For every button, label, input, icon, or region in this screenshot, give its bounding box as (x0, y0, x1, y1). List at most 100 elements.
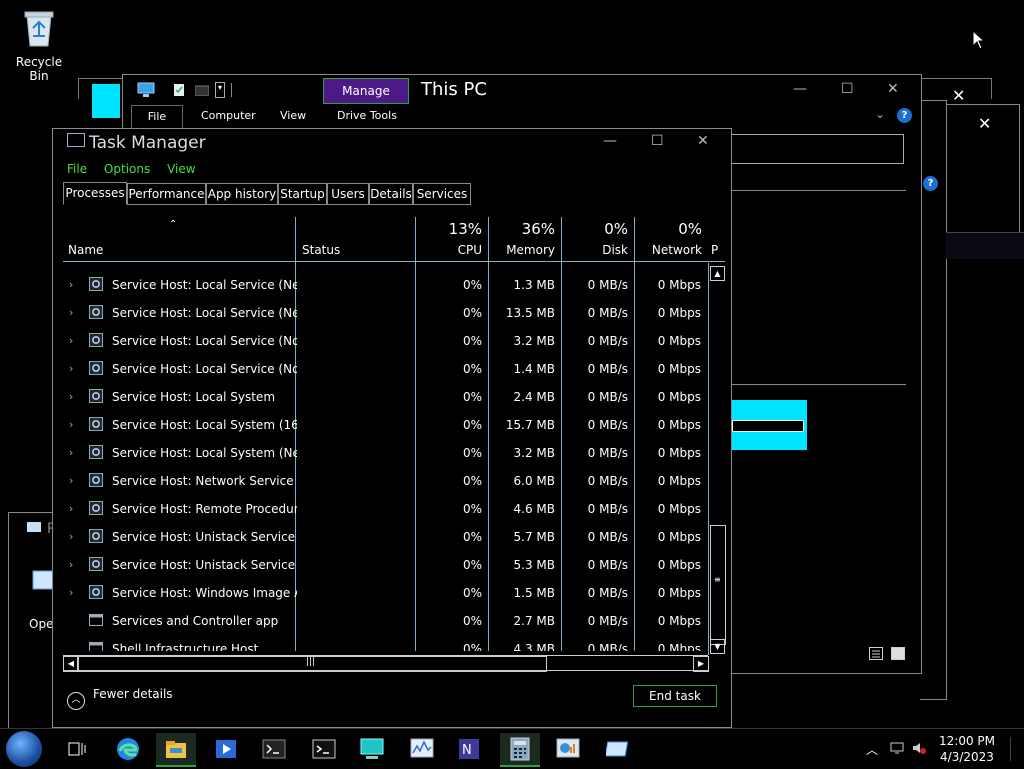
column-header-name[interactable]: Name (63, 217, 295, 261)
taskbar-app-powershell[interactable] (254, 733, 294, 765)
selected-drive-tile[interactable] (730, 400, 807, 450)
table-row[interactable]: › Service Host: Local System (16) 0% 15.7 M… (63, 411, 708, 439)
scroll-up-button[interactable]: ▲ (710, 266, 725, 281)
expand-chevron-icon[interactable]: › (69, 439, 73, 467)
table-row[interactable]: › Service Host: Local System (Net... 0% 3.2… (63, 439, 708, 467)
expand-chevron-icon[interactable]: › (69, 299, 73, 327)
scroll-down-button[interactable]: ▼ (710, 639, 725, 654)
quick-access-dropdown[interactable]: ▾ (215, 82, 225, 98)
explorer-titlebar[interactable]: ▾ Manage This PC — ☐ ✕ (123, 75, 921, 105)
show-desktop-button[interactable] (1010, 737, 1023, 761)
properties-icon[interactable] (173, 83, 185, 97)
table-row[interactable]: › Service Host: Network Service (4) 0% 6.0 … (63, 467, 708, 495)
tab-app-history[interactable]: App history (206, 183, 278, 205)
taskbar-app-media-player[interactable] (206, 733, 246, 765)
expand-chevron-icon[interactable]: › (69, 411, 73, 439)
explorer-search-box[interactable] (730, 134, 904, 164)
expand-chevron-icon[interactable]: › (69, 523, 73, 551)
tab-performance[interactable]: Performance (127, 183, 206, 205)
system-clock[interactable]: 12:00 PM 4/3/2023 (936, 733, 998, 765)
manage-tab[interactable]: Manage (323, 78, 409, 104)
close-button[interactable]: ✕ (887, 81, 899, 97)
show-hidden-icons-chevron-icon[interactable]: ︿ (866, 741, 878, 758)
menu-options[interactable]: Options (104, 162, 150, 176)
fewer-details-button[interactable]: ︿ Fewer details (67, 687, 173, 710)
task-manager-window[interactable]: Task Manager — ☐ ✕ File Options View Pro… (52, 128, 732, 728)
ribbon-tab-computer[interactable]: Computer (201, 109, 256, 122)
new-folder-icon[interactable] (195, 84, 209, 96)
expand-chevron-icon[interactable]: › (69, 271, 73, 299)
task-manager-titlebar[interactable]: Task Manager (67, 133, 206, 153)
expand-chevron-icon[interactable]: › (69, 383, 73, 411)
maximize-button[interactable]: ☐ (841, 81, 854, 97)
table-row[interactable]: › Service Host: Local System 0% 2.4 MB 0 MB/… (63, 383, 708, 411)
tab-details[interactable]: Details (369, 183, 413, 205)
column-header-network[interactable]: 0% Network (635, 217, 708, 261)
task-view-button[interactable] (58, 733, 98, 765)
end-task-button[interactable]: End task (633, 685, 717, 707)
tab-users[interactable]: Users (327, 183, 369, 205)
vertical-scrollbar[interactable]: ▲ ≡ ▼ (708, 263, 726, 655)
table-row[interactable]: Shell Infrastructure Host 0% 4.3 MB 0 MB/s 0… (63, 635, 708, 651)
table-row[interactable]: › Service Host: Local Service (Net... 0% 1.… (63, 271, 708, 299)
close-icon[interactable]: ✕ (978, 114, 991, 133)
ribbon-tab-drive-tools[interactable]: Drive Tools (337, 109, 397, 122)
close-button[interactable]: ✕ (697, 133, 709, 149)
table-row[interactable]: › Service Host: Local Service (Net... 0% 13… (63, 299, 708, 327)
menu-view[interactable]: View (167, 162, 195, 176)
taskbar-app-performance-monitor[interactable] (402, 733, 442, 765)
start-button[interactable] (6, 731, 42, 767)
minimize-button[interactable]: — (793, 81, 807, 97)
close-icon[interactable]: ✕ (952, 86, 965, 105)
maximize-button[interactable]: ☐ (651, 133, 664, 149)
expand-chevron-icon[interactable]: › (69, 327, 73, 355)
expand-chevron-icon[interactable]: › (69, 495, 73, 523)
ribbon-tab-view[interactable]: View (280, 109, 306, 122)
tab-startup[interactable]: Startup (278, 183, 327, 205)
taskbar-app-virtual-machine[interactable] (598, 733, 638, 765)
scroll-right-button[interactable]: ▶ (693, 656, 709, 672)
table-row[interactable]: › Service Host: Local Service (No I... 0% 3… (63, 327, 708, 355)
expand-ribbon-chevron-icon[interactable]: ⌄ (875, 107, 885, 121)
volume-muted-icon[interactable] (912, 741, 926, 755)
taskbar-app-calculator[interactable] (500, 733, 540, 767)
network-icon[interactable] (890, 741, 904, 755)
table-row[interactable]: › Service Host: Unistack Service G... 0% 5.… (63, 523, 708, 551)
horizontal-scroll-thumb[interactable]: ||| (77, 656, 547, 672)
menu-file[interactable]: File (67, 162, 87, 176)
column-header-cpu[interactable]: 13% CPU (416, 217, 488, 261)
ribbon-tab-file[interactable]: File (131, 105, 183, 128)
large-icons-view-icon[interactable] (891, 647, 905, 660)
help-icon[interactable]: ? (923, 176, 938, 191)
taskbar-app-edge[interactable] (108, 733, 148, 765)
taskbar-app-onenote[interactable]: N (450, 733, 490, 765)
recycle-bin[interactable]: Recycle Bin (6, 6, 72, 83)
details-view-icon[interactable] (869, 647, 883, 660)
expand-chevron-icon[interactable]: › (69, 579, 73, 607)
column-header-power[interactable]: P (709, 217, 725, 261)
column-header-status[interactable]: Status (296, 217, 415, 261)
table-row[interactable]: › Service Host: Unistack Service G... 0% 5.… (63, 551, 708, 579)
table-row[interactable]: › Service Host: Remote Procedure... 0% 4.6 … (63, 495, 708, 523)
expand-chevron-icon[interactable]: › (69, 355, 73, 383)
process-list[interactable]: › Service Host: Local Service (Net... 0% 1.… (63, 263, 708, 651)
minimize-button[interactable]: — (603, 133, 617, 149)
column-header-memory[interactable]: 36% Memory (489, 217, 561, 261)
expand-chevron-icon[interactable]: › (69, 551, 73, 579)
taskbar-app-resource-monitor[interactable] (548, 733, 588, 765)
table-row[interactable]: › Service Host: Local Service (No ... 0% 1.… (63, 355, 708, 383)
tab-services[interactable]: Services (413, 183, 471, 205)
taskbar-app-file-explorer[interactable] (156, 733, 196, 767)
tab-processes[interactable]: Processes (63, 182, 127, 205)
table-row[interactable]: › Service Host: Windows Image A... 0% 1.5 M… (63, 579, 708, 607)
column-header-disk[interactable]: 0% Disk (562, 217, 634, 261)
horizontal-scrollbar[interactable]: ◀ ||| ▶ (63, 655, 709, 672)
help-icon[interactable]: ? (897, 108, 912, 123)
table-row[interactable] (63, 263, 708, 271)
taskbar-app-command-prompt[interactable] (304, 733, 344, 765)
expand-chevron-icon[interactable]: › (69, 467, 73, 495)
background-window-left[interactable]: R Oper (8, 512, 58, 730)
scroll-thumb[interactable]: ≡ (710, 525, 726, 645)
taskbar-app-remote-desktop[interactable] (352, 733, 392, 765)
table-row[interactable]: Services and Controller app 0% 2.7 MB 0 MB/… (63, 607, 708, 635)
